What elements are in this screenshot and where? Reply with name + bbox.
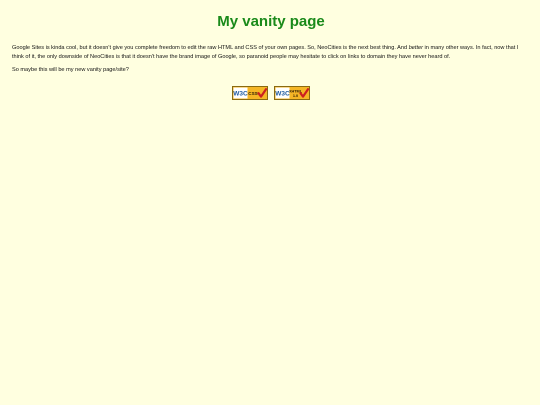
badge-sublabel: 1.0	[293, 94, 298, 98]
badge-label: CSS	[248, 91, 257, 96]
closing-paragraph: So maybe this will be my new vanity page…	[12, 67, 129, 74]
intro-emphasis: better	[408, 45, 423, 51]
w3c-css-valid-badge-icon: W3C CSS	[231, 85, 268, 100]
validation-badges: W3C CSS W3C XHTML 1.0	[12, 85, 530, 100]
badge-mark: W3C	[275, 90, 290, 97]
badge-mark: W3C	[233, 90, 248, 97]
w3c-css-badge-link[interactable]: W3C CSS	[231, 85, 268, 100]
intro-paragraph: Google Sites is kinda cool, but it doesn…	[12, 44, 530, 61]
w3c-xhtml-badge-link[interactable]: W3C XHTML 1.0	[274, 85, 311, 100]
page: My vanity page Google Sites is kinda coo…	[0, 0, 540, 405]
page-title: My vanity page	[217, 13, 325, 30]
w3c-xhtml-valid-badge-icon: W3C XHTML 1.0	[274, 85, 311, 100]
intro-text-start: Google Sites is kinda cool, but it doesn…	[12, 45, 409, 51]
